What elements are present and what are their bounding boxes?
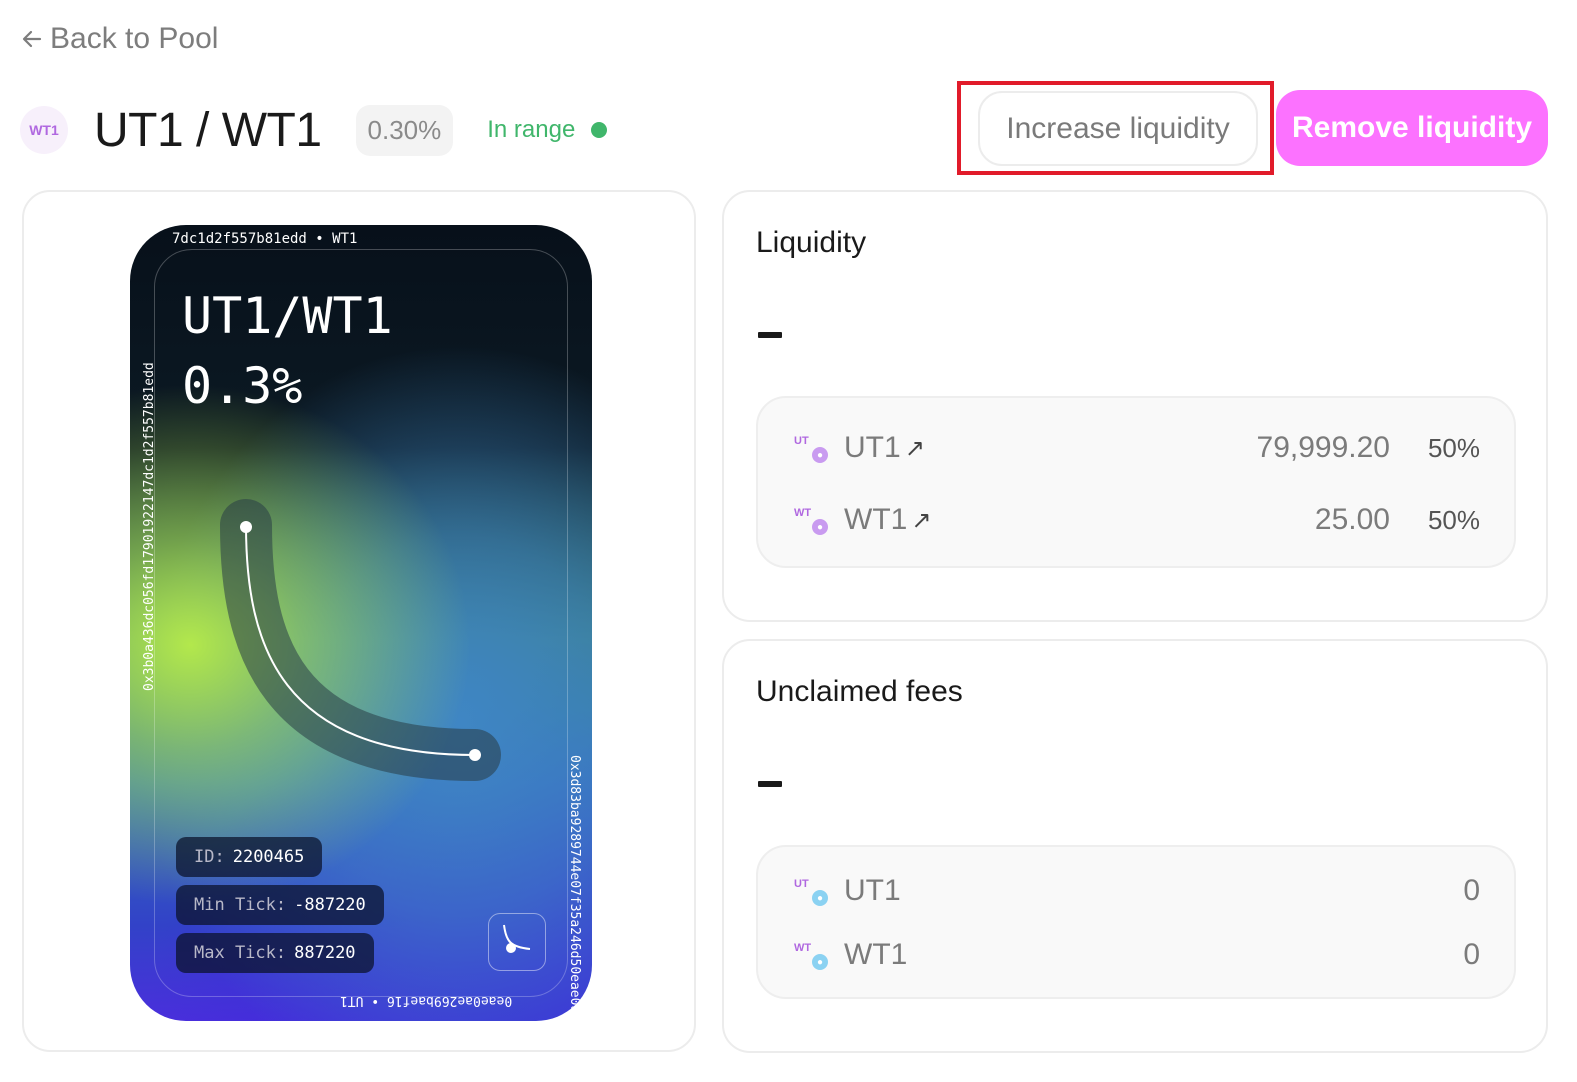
increase-liquidity-button[interactable]: Increase liquidity — [978, 91, 1258, 166]
liquidity-breakdown: UT ● UT1 ↗ 79,999.20 50% WT ● WT1 ↗ 25.0… — [756, 396, 1516, 568]
position-nft-card: 7dc1d2f557b81edd • WT1 0x3b0a436dc056fd1… — [22, 190, 696, 1052]
wt1-token-icon: WT ● — [794, 938, 828, 972]
nft-min-tick-chip: Min Tick: -887220 — [176, 885, 384, 925]
token-name: WT1 — [844, 938, 908, 971]
nft-min-tick-value: -887220 — [294, 895, 366, 915]
position-page: Back to Pool WT1 UT1 / WT1 0.30% In rang… — [0, 0, 1577, 1082]
fee-amount: 0 — [1463, 938, 1480, 971]
token-name: WT1 — [844, 503, 908, 536]
fees-title: Unclaimed fees — [756, 675, 963, 708]
liquidity-title: Liquidity — [756, 226, 867, 259]
nft-max-tick-value: 887220 — [294, 943, 356, 963]
back-to-pool-link[interactable]: Back to Pool — [20, 22, 218, 56]
range-status: In range — [487, 116, 608, 144]
pool-token-logo: WT1 — [20, 106, 68, 154]
nft-max-tick-chip: Max Tick: 887220 — [176, 933, 374, 973]
token-amount: 25.00 — [1314, 503, 1390, 536]
ut1-token-icon: UT ● — [794, 874, 828, 908]
token-percent: 50% — [1427, 504, 1480, 535]
arrow-left-icon — [22, 30, 42, 48]
unclaimed-fees-card: Unclaimed fees - UT ● UT1 0 WT ● WT1 0 — [722, 639, 1548, 1053]
external-link-icon[interactable]: ↗ — [911, 506, 931, 535]
status-dot-icon — [591, 122, 608, 138]
token-name: UT1 — [844, 431, 901, 464]
token-amount: 79,999.20 — [1256, 431, 1390, 464]
token-percent: 50% — [1427, 432, 1480, 463]
position-header: WT1 UT1 / WT1 0.30% In range — [20, 100, 608, 160]
wt1-token-icon: WT ● — [794, 503, 828, 537]
pair-title: UT1 / WT1 — [94, 103, 322, 157]
nft-max-tick-key: Max Tick: — [194, 943, 287, 963]
ut1-token-icon: UT ● — [794, 431, 828, 465]
range-status-label: In range — [487, 116, 576, 143]
fees-breakdown: UT ● UT1 0 WT ● WT1 0 — [756, 845, 1516, 999]
remove-liquidity-button[interactable]: Remove liquidity — [1276, 90, 1548, 166]
liquidity-total: - — [758, 332, 782, 338]
nft-id-value: 2200465 — [232, 847, 305, 867]
liquidity-row-ut1: UT ● UT1 ↗ 79,999.20 50% — [794, 428, 1480, 468]
nft-id-key: ID: — [194, 847, 225, 867]
position-nft-image: 7dc1d2f557b81edd • WT1 0x3b0a436dc056fd1… — [130, 225, 592, 1021]
nft-min-tick-key: Min Tick: — [194, 895, 287, 915]
fee-row-wt1: WT ● WT1 0 — [794, 935, 1480, 975]
token-name: UT1 — [844, 874, 901, 907]
back-label: Back to Pool — [50, 22, 219, 55]
nft-corner-box — [488, 913, 546, 971]
nft-id-chip: ID: 2200465 — [176, 837, 323, 877]
fee-amount: 0 — [1463, 874, 1480, 907]
liquidity-card: Liquidity - UT ● UT1 ↗ 79,999.20 50% WT … — [722, 190, 1548, 622]
external-link-icon[interactable]: ↗ — [905, 434, 925, 463]
fee-tier-badge: 0.30% — [355, 104, 454, 156]
fee-row-ut1: UT ● UT1 0 — [794, 871, 1480, 911]
liquidity-row-wt1: WT ● WT1 ↗ 25.00 50% — [794, 500, 1480, 540]
fees-total: - — [758, 781, 782, 787]
